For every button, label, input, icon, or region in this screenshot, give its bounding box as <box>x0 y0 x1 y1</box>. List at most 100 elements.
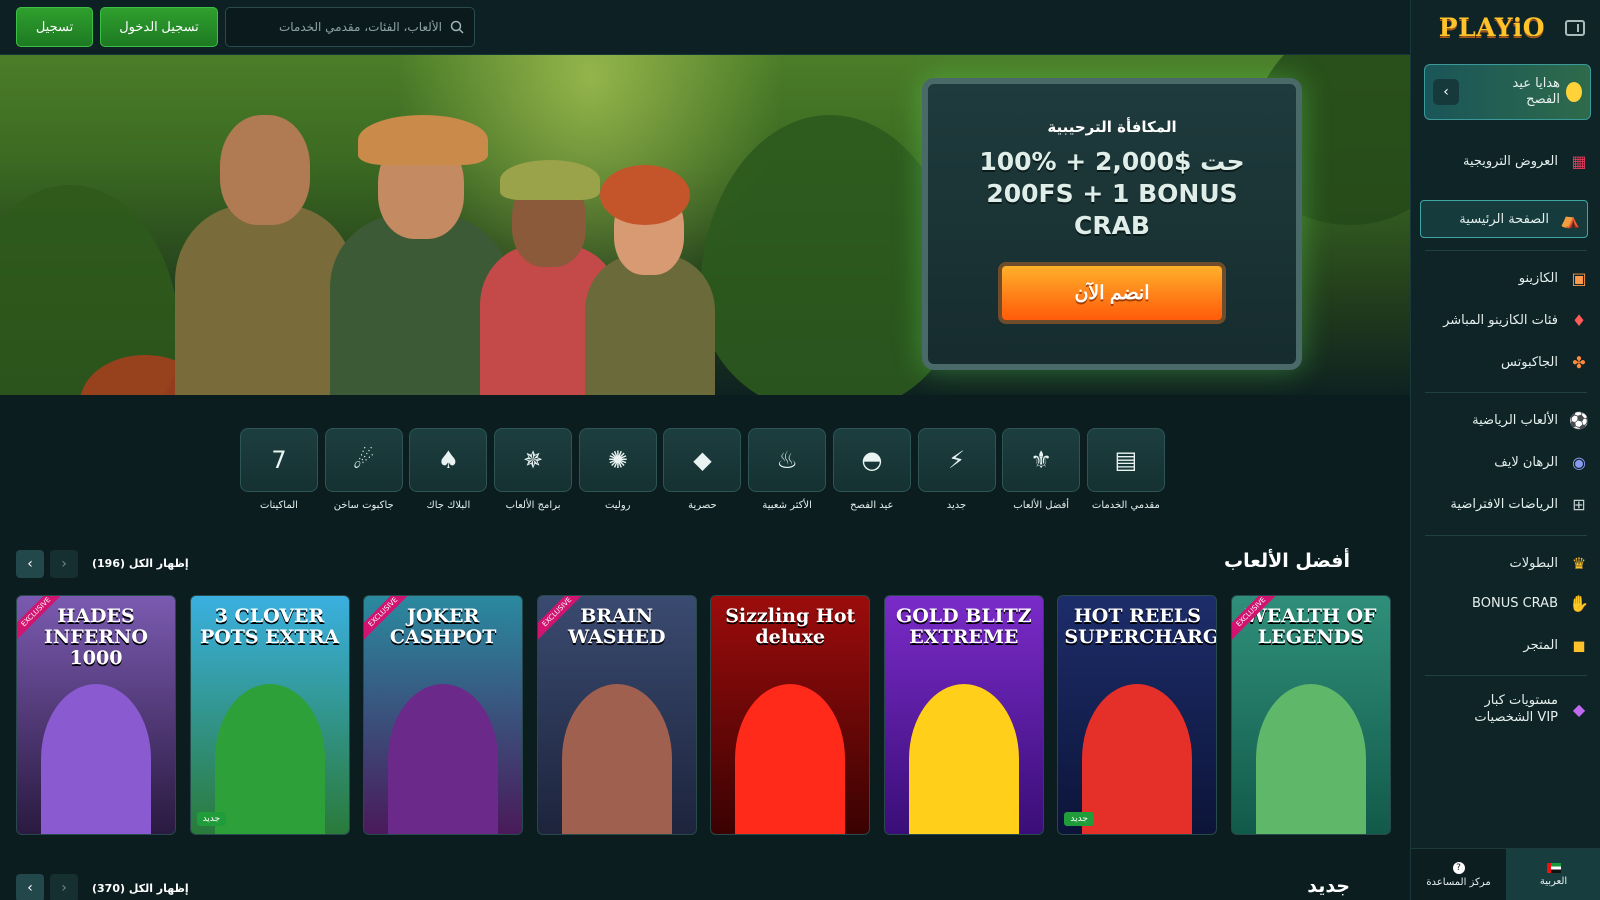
sidebar-item-tournaments[interactable]: البطولات ♛ <box>1423 545 1588 581</box>
sidebar-item-vip[interactable]: مستويات كبار الشخصيات VIP ◆ <box>1423 688 1588 730</box>
sidebar-item-label: الرياضات الافتراضية <box>1450 496 1558 512</box>
game-card[interactable]: 3 CLOVER POTS EXTRA جديد <box>189 595 350 835</box>
home-icon: ⛺ <box>1560 209 1580 229</box>
game-artwork <box>214 684 325 834</box>
clover-icon: ✤ <box>1572 352 1586 372</box>
uae-flag-icon <box>1546 862 1561 873</box>
sidebar-item-casino[interactable]: الكازينو ▣ <box>1423 260 1588 296</box>
category-label: جاكبوت ساخن <box>333 500 394 511</box>
show-all-top-games-link[interactable]: إظهار الكل (196) <box>92 557 189 570</box>
sidebar-item-label: الرهان لايف <box>1494 454 1558 470</box>
game-card[interactable]: HADES INFERNO 1000 EXCLUSIVE <box>16 595 176 835</box>
game-title: 3 CLOVER POTS EXTRA <box>199 605 340 648</box>
sidebar-item-label: المتجر <box>1523 637 1558 653</box>
spade-icon: ♠ <box>409 428 488 492</box>
sidebar-toggle-icon[interactable] <box>1565 19 1585 36</box>
game-card[interactable]: BRAIN WASHED EXCLUSIVE <box>536 595 697 835</box>
sidebar-item-virtual-sports[interactable]: الرياضات الافتراضية ⊞ <box>1423 486 1588 522</box>
game-artwork <box>41 684 151 834</box>
search-box[interactable] <box>225 7 475 47</box>
sidebar-footer: ? مركز المساعدة العربية <box>1411 848 1600 900</box>
game-card[interactable]: Sizzling Hot deluxe <box>710 595 871 835</box>
site-logo[interactable]: PLAYiO <box>1439 13 1545 42</box>
game-artwork <box>1255 684 1366 834</box>
show-all-new-games-link[interactable]: إظهار الكل (370) <box>92 882 189 895</box>
category-label: حصرية <box>688 500 717 511</box>
sidebar-item-home[interactable]: الصفحة الرئيسية ⛺ <box>1420 200 1588 238</box>
help-icon: ? <box>1452 861 1465 874</box>
promo-title: المكافأة الترحيبية <box>1047 118 1177 136</box>
scroll-left-button[interactable]: ‹ <box>16 874 44 900</box>
scroll-right-button[interactable]: › <box>50 550 78 578</box>
chevron-left-icon[interactable]: ‹ <box>1433 79 1459 105</box>
join-now-button[interactable]: انضم الآن <box>998 262 1226 324</box>
category-label: أفضل الألعاب <box>1013 500 1070 511</box>
category-providers[interactable]: ▤ مقدمي الخدمات <box>1086 428 1165 514</box>
sidebar-item-bonus-crab[interactable]: BONUS CRAB ✋ <box>1423 585 1589 621</box>
register-button[interactable]: تسجيل <box>16 7 93 47</box>
easter-gifts-label: هدايا عيد الفصح <box>1512 76 1560 107</box>
sidebar-item-label: فئات الكازينو المباشر <box>1443 312 1558 328</box>
divider <box>1425 250 1587 251</box>
trophy-icon: ♛ <box>1571 553 1587 573</box>
help-center-label: مركز المساعدة <box>1426 876 1491 888</box>
new-badge: جديد <box>1064 812 1094 826</box>
category-flame[interactable]: ♨ الأكثر شعبية <box>748 428 827 514</box>
crab-icon: ✋ <box>1569 593 1589 613</box>
search-input[interactable] <box>242 20 442 34</box>
explorer-character <box>580 165 720 395</box>
gamepad-icon: ⊞ <box>1572 494 1586 514</box>
hero-banner: المكافأة الترحيبية 100% حت $2,000 + 200F… <box>0 55 1410 395</box>
language-button[interactable]: العربية <box>1506 849 1600 900</box>
shop-bag-icon: ◼ <box>1572 635 1586 655</box>
gift-icon: ▦ <box>1571 151 1587 171</box>
category-fleur[interactable]: ⚜ أفضل الألعاب <box>1002 428 1081 514</box>
casino-homepage: تسجيل تسجيل الدخول PLAYiO ‹ هدايا عيد ال… <box>0 0 1600 900</box>
sidebar: PLAYiO ‹ هدايا عيد الفصح العروض الترويجي… <box>1410 0 1600 900</box>
new-badge: جديد <box>196 812 227 826</box>
easter-gifts-card[interactable]: ‹ هدايا عيد الفصح <box>1424 64 1591 120</box>
promo-offer: 100% حت $2,000 + 200FS + 1 BONUS CRAB <box>979 147 1245 240</box>
divider <box>1425 392 1587 393</box>
category-wheel[interactable]: ✵ برامج الألعاب <box>494 428 573 514</box>
game-card[interactable]: WEALTH OF LEGENDS EXCLUSIVE <box>1230 595 1391 835</box>
chevron-right-icon: › <box>61 880 67 896</box>
lightning-icon: ⚡ <box>917 428 996 492</box>
login-button[interactable]: تسجيل الدخول <box>100 7 218 47</box>
section-title-new-games: جديد <box>1307 875 1350 897</box>
sidebar-item-promotions[interactable]: العروض الترويجية ▦ <box>1423 143 1588 179</box>
slot-777-icon: 7 <box>240 428 318 492</box>
category-hot-jackpot[interactable]: ☄ جاكبوت ساخن <box>324 428 403 514</box>
slot-machine-icon: ▣ <box>1571 268 1587 288</box>
category-spade[interactable]: ♠ البلاك جاك <box>409 428 488 514</box>
help-center-button[interactable]: ? مركز المساعدة <box>1411 849 1506 900</box>
language-label: العربية <box>1539 875 1568 887</box>
chevron-left-icon: ‹ <box>27 556 33 572</box>
category-egg[interactable]: ◓ عيد الفصح <box>832 428 911 514</box>
game-card[interactable]: JOKER CASHPOT EXCLUSIVE <box>363 595 524 835</box>
providers-icon: ▤ <box>1086 428 1165 492</box>
sidebar-item-live-casino[interactable]: فئات الكازينو المباشر ♦ <box>1423 302 1588 338</box>
scroll-left-button[interactable]: ‹ <box>16 550 44 578</box>
category-lightning[interactable]: ⚡ جديد <box>917 428 996 514</box>
game-card[interactable]: GOLD BLITZ EXTREME <box>883 595 1044 835</box>
category-gem[interactable]: ◆ حصرية <box>663 428 742 514</box>
diamond-icon: ◆ <box>1572 699 1586 719</box>
category-slot-777[interactable]: 7 الماكينات <box>240 428 318 514</box>
category-label: مقدمي الخدمات <box>1091 500 1160 511</box>
game-artwork <box>908 684 1019 834</box>
egg-icon: ◓ <box>832 428 911 492</box>
sidebar-item-live-betting[interactable]: الرهان لايف ◉ <box>1423 444 1588 480</box>
category-label: جديد <box>946 500 967 511</box>
game-artwork <box>735 684 846 834</box>
cards-icon: ♦ <box>1571 310 1587 330</box>
game-card[interactable]: HOT REELS SUPERCHARGED جديد <box>1057 595 1218 835</box>
category-label: عيد الفصح <box>850 500 894 511</box>
hot-jackpot-icon: ☄ <box>324 428 403 492</box>
sidebar-item-sports[interactable]: الألعاب الرياضية ⚽ <box>1423 402 1589 438</box>
sidebar-item-shop[interactable]: المتجر ◼ <box>1423 627 1588 663</box>
sidebar-item-jackpots[interactable]: الجاكبوتس ✤ <box>1423 344 1588 380</box>
category-roulette[interactable]: ✺ روليت <box>578 428 657 514</box>
scroll-right-button[interactable]: › <box>50 874 78 900</box>
sidebar-item-label: الكازينو <box>1518 270 1558 286</box>
